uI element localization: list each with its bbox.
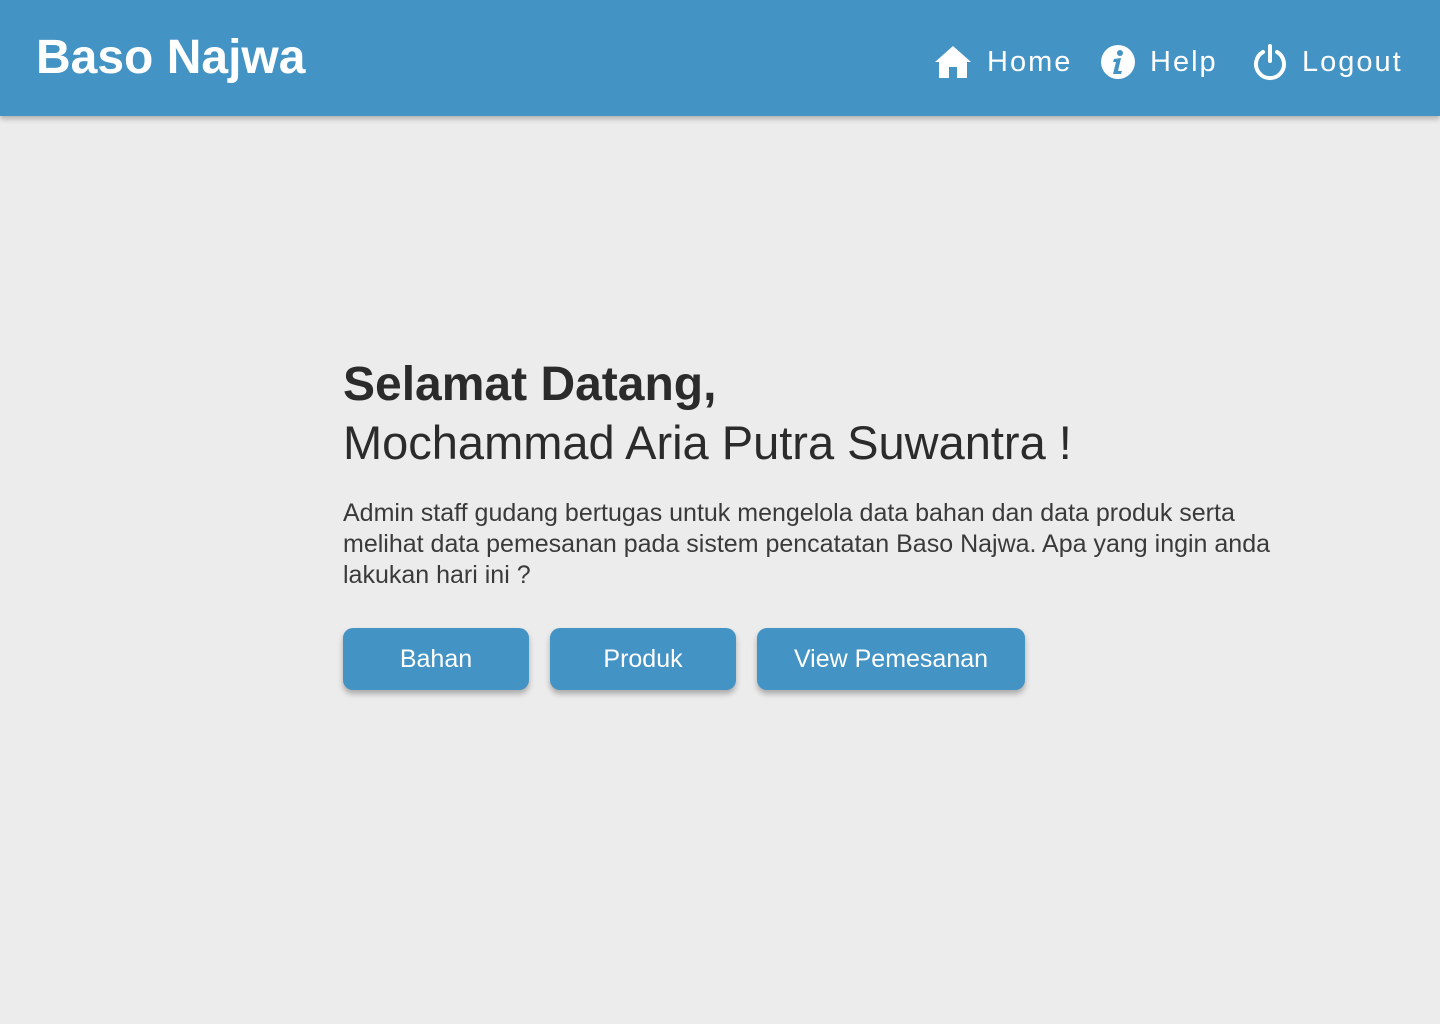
welcome-section: Selamat Datang, Mochammad Aria Putra Suw…: [343, 356, 1283, 591]
nav-logout-link[interactable]: Logout: [1252, 38, 1403, 86]
produk-button[interactable]: Produk: [550, 628, 736, 690]
welcome-greeting: Selamat Datang,: [343, 358, 717, 411]
brand-title[interactable]: Baso Najwa: [36, 30, 305, 86]
nav-home-link[interactable]: Home: [933, 38, 1072, 86]
bahan-button[interactable]: Bahan: [343, 628, 529, 690]
nav-logout-label: Logout: [1302, 45, 1403, 78]
top-navbar: Baso Najwa Home Help Logout: [0, 0, 1440, 116]
nav-home-label: Home: [987, 45, 1073, 78]
nav-help-link[interactable]: Help: [1100, 38, 1218, 86]
home-icon: [933, 44, 973, 80]
view-pemesanan-button[interactable]: View Pemesanan: [757, 628, 1025, 690]
role-description: Admin staff gudang bertugas untuk mengel…: [343, 499, 1271, 589]
nav-help-label: Help: [1150, 45, 1218, 78]
user-name: Mochammad Aria Putra Suwantra !: [343, 416, 1072, 469]
info-icon: [1100, 44, 1136, 80]
power-icon: [1252, 43, 1288, 81]
